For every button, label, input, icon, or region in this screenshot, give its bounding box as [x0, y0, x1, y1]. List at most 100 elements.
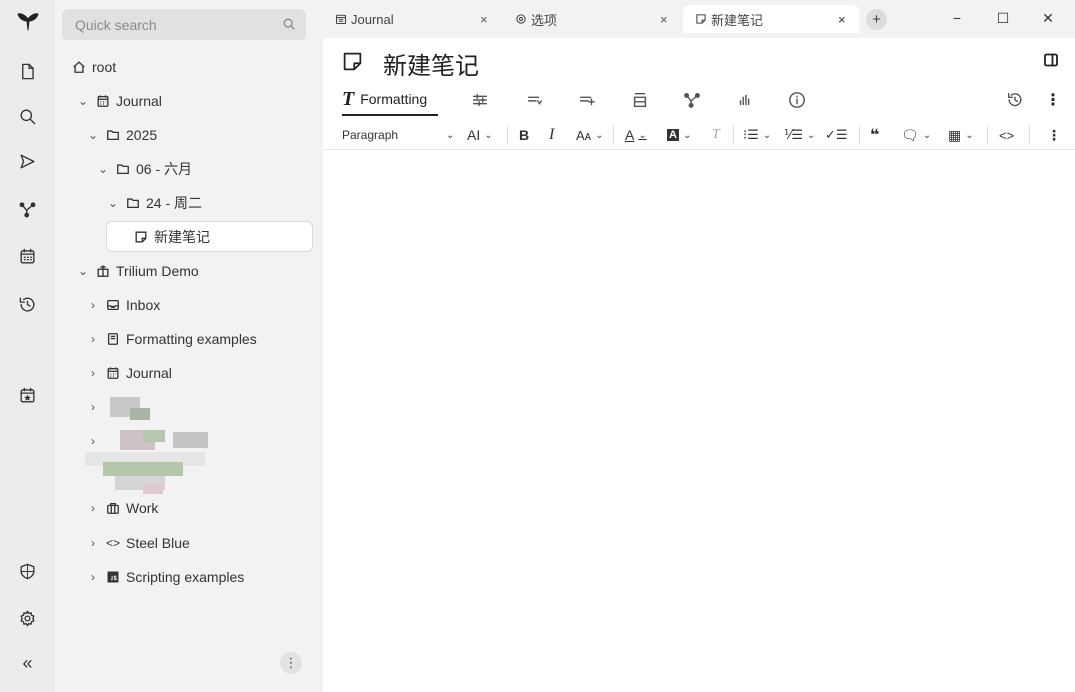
- toolbar-more-icon[interactable]: ⋮: [1047, 122, 1061, 148]
- chevron-right-icon[interactable]: ›: [85, 332, 101, 346]
- bar-chart-icon: [739, 94, 750, 106]
- font-size-icon: AI: [467, 127, 481, 143]
- note-title[interactable]: 新建笔记: [383, 46, 479, 81]
- tree-node-obscured[interactable]: ›: [85, 392, 101, 422]
- tree-node-month[interactable]: ⌄ 06 - 六月: [95, 154, 192, 184]
- note-map-icon: [684, 92, 700, 108]
- home-icon: [71, 59, 87, 75]
- more-vertical-icon: ⋮: [1047, 126, 1061, 143]
- search-icon[interactable]: [282, 17, 296, 31]
- text-case-dropdown[interactable]: Aᴀ ⌄: [576, 122, 604, 148]
- tree-options-menu-button[interactable]: ⋮: [280, 652, 302, 674]
- italic-button[interactable]: I: [549, 122, 554, 148]
- tree-node-root[interactable]: root: [69, 52, 116, 82]
- tab-options[interactable]: 选项 ×: [503, 5, 681, 33]
- numbered-list-dropdown[interactable]: ⅟☰ ⌄: [784, 122, 815, 148]
- trilium-logo-icon[interactable]: [11, 6, 44, 36]
- promoted-icon: [633, 92, 647, 108]
- collapse-sidebar-icon[interactable]: «: [11, 648, 44, 678]
- chevron-right-icon[interactable]: ›: [85, 298, 101, 312]
- toolbar-separator: [733, 126, 734, 144]
- minimize-window-button[interactable]: −: [945, 6, 969, 30]
- note-map-icon[interactable]: [11, 194, 44, 224]
- tab-close-icon[interactable]: ×: [838, 12, 846, 27]
- chevron-right-icon[interactable]: ›: [85, 434, 101, 448]
- tree-node-formatting-examples[interactable]: › Formatting examples: [85, 324, 257, 354]
- chevron-down-icon[interactable]: ⌄: [85, 128, 101, 142]
- italic-icon: I: [549, 126, 555, 143]
- search-icon[interactable]: [11, 101, 44, 131]
- ribbon-tab-basic-properties[interactable]: [471, 84, 489, 116]
- font-color-dropdown[interactable]: A ⌄: [625, 122, 647, 148]
- jump-to-note-icon[interactable]: [11, 146, 44, 176]
- tree-node-work[interactable]: › Work: [85, 493, 158, 523]
- tab-close-icon[interactable]: ×: [480, 12, 488, 27]
- tab-journal[interactable]: Journal ×: [323, 5, 501, 33]
- chevron-right-icon[interactable]: ›: [85, 366, 101, 380]
- tree-node-demo-journal[interactable]: › Journal: [85, 358, 172, 388]
- insert-table-dropdown[interactable]: ▦ ⌄: [948, 122, 974, 148]
- today-icon[interactable]: [11, 380, 44, 410]
- chevron-down-icon[interactable]: ⌄: [75, 94, 91, 108]
- heading-dropdown[interactable]: Paragraph ⌄: [342, 122, 454, 148]
- font-size-dropdown[interactable]: AI ⌄: [467, 122, 493, 148]
- settings-gear-icon[interactable]: [11, 603, 44, 633]
- chevron-right-icon[interactable]: ›: [85, 536, 101, 550]
- chevron-down-icon[interactable]: ⌄: [75, 264, 91, 278]
- ribbon-tab-inherited-attributes[interactable]: [578, 84, 596, 116]
- tree-node-trilium-demo[interactable]: ⌄ Trilium Demo: [75, 256, 199, 286]
- new-tab-button[interactable]: +: [866, 9, 887, 30]
- todo-list-button[interactable]: ✓☰: [825, 122, 848, 148]
- tab-close-icon[interactable]: ×: [660, 12, 668, 27]
- highlight-color-dropdown[interactable]: A ⌄: [667, 122, 691, 148]
- tree-node-journal[interactable]: ⌄ Journal: [75, 86, 162, 116]
- note-editor-content[interactable]: [323, 151, 1075, 692]
- toolbar-separator: [613, 126, 614, 144]
- new-note-icon[interactable]: [11, 56, 44, 86]
- editor-toolbar: Paragraph ⌄ AI ⌄ B I Aᴀ ⌄ A ⌄ A ⌄ T ⁝☰ ⌄ ⅟☰ ⌄ …: [323, 120, 1075, 150]
- remove-format-button[interactable]: T: [712, 122, 720, 148]
- toolbar-separator: [507, 126, 508, 144]
- tree-node-label: Formatting examples: [126, 331, 257, 347]
- chevron-down-icon: ⌄: [965, 129, 974, 141]
- note-icon[interactable]: [342, 51, 364, 73]
- quote-icon: ❝: [870, 127, 880, 144]
- launcher-bar: «: [0, 0, 55, 692]
- calendar-icon[interactable]: [11, 241, 44, 271]
- tree-node-scripting-examples[interactable]: › Scripting examples: [85, 562, 244, 592]
- ribbon-tab-note-map[interactable]: [683, 84, 701, 116]
- tree-node-new-note[interactable]: 新建笔记: [106, 221, 313, 252]
- code-block-button[interactable]: <>: [999, 122, 1014, 148]
- chevron-right-icon[interactable]: ›: [85, 570, 101, 584]
- close-window-button[interactable]: ✕: [1036, 6, 1060, 30]
- ribbon-tab-similar-notes[interactable]: [736, 84, 754, 116]
- tree-node-2025[interactable]: ⌄ 2025: [85, 120, 157, 150]
- ribbon-tab-formatting[interactable]: T Formatting: [342, 84, 438, 116]
- chevron-down-icon: ⌄: [638, 129, 647, 141]
- folder-icon: [115, 161, 131, 177]
- tree-node-day[interactable]: ⌄ 24 - 周二: [105, 188, 202, 218]
- tree-node-steel-blue[interactable]: › <> Steel Blue: [85, 528, 190, 558]
- recent-changes-icon[interactable]: [11, 289, 44, 319]
- block-quote-button[interactable]: ❝: [870, 122, 879, 148]
- remove-format-icon: T: [712, 127, 720, 142]
- tree-node-inbox[interactable]: › Inbox: [85, 290, 160, 320]
- note-actions-menu-icon[interactable]: ⋮: [1045, 84, 1061, 116]
- protected-session-icon[interactable]: [11, 556, 44, 586]
- tab-new-note[interactable]: 新建笔记 ×: [683, 5, 859, 33]
- chevron-right-icon[interactable]: ›: [85, 501, 101, 515]
- toggle-right-pane-icon[interactable]: [1043, 52, 1061, 70]
- bold-button[interactable]: B: [519, 122, 529, 148]
- chevron-down-icon[interactable]: ⌄: [95, 162, 111, 176]
- chevron-down-icon[interactable]: ⌄: [105, 196, 121, 210]
- maximize-window-button[interactable]: ☐: [991, 6, 1015, 30]
- bulleted-list-dropdown[interactable]: ⁝☰ ⌄: [743, 122, 771, 148]
- chevron-right-icon[interactable]: ›: [85, 400, 101, 414]
- ribbon-tab-owned-attributes[interactable]: [526, 84, 544, 116]
- quick-search-input[interactable]: [62, 9, 306, 40]
- ribbon-tab-note-info[interactable]: [788, 84, 806, 116]
- admonition-dropdown[interactable]: 🗨 ⌄: [901, 122, 931, 148]
- ribbon-tab-promoted-attributes[interactable]: [631, 84, 649, 116]
- note-revisions-button[interactable]: [1006, 84, 1024, 116]
- add-attribute-icon: [579, 96, 595, 106]
